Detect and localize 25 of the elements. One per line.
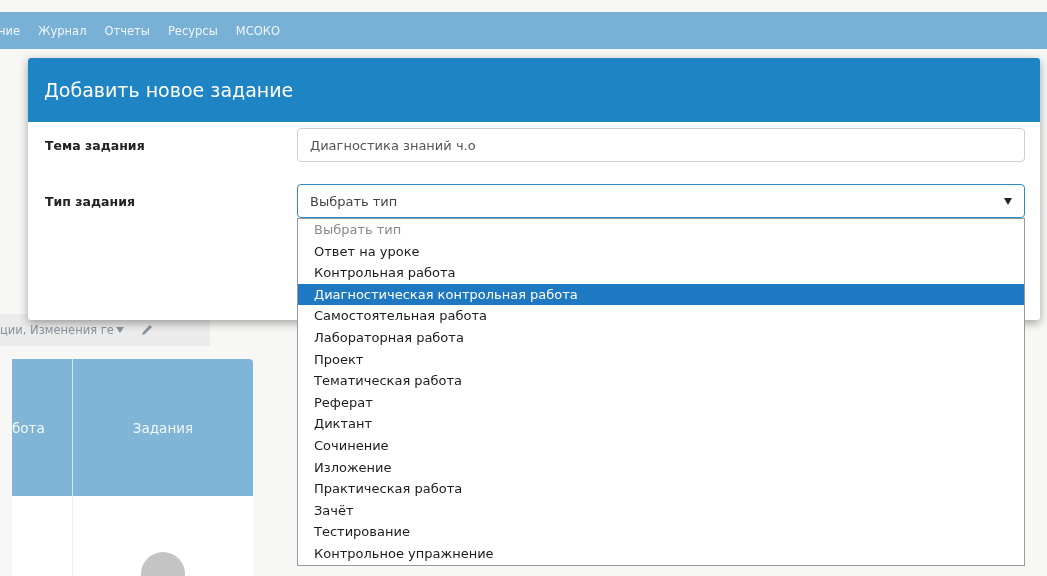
dropdown-option[interactable]: Сочинение <box>298 434 1024 457</box>
field-label: Тема задания <box>45 137 146 153</box>
dropdown-option[interactable]: Зачёт <box>298 499 1024 522</box>
dropdown-option[interactable]: Тестирование <box>298 521 1024 543</box>
caret-icon <box>115 327 124 333</box>
dropdown-option[interactable]: Реферат <box>298 391 1024 414</box>
dropdown-option[interactable]: Диктант <box>298 413 1024 435</box>
dropdown-option[interactable]: Лабораторная работа <box>298 326 1024 349</box>
dropdown-option[interactable]: Тематическая работа <box>298 370 1024 392</box>
dropdown-option[interactable]: Изложение <box>298 456 1024 479</box>
dropdown-option[interactable]: Контрольное упражнение <box>298 542 1024 565</box>
column-header: Задания <box>72 359 253 496</box>
caret-icon <box>1004 197 1012 205</box>
topic-input[interactable]: Диагностика знаний ч.о <box>297 128 1025 162</box>
pencil-icon <box>139 323 154 337</box>
dropdown-option[interactable]: Проект <box>298 348 1024 371</box>
dropdown-option[interactable]: Самостоятельная работа <box>298 305 1024 327</box>
dropdown-option[interactable]: Контрольная работа <box>298 262 1024 284</box>
dropdown-option[interactable]: Ответ на уроке <box>298 240 1024 263</box>
type-select[interactable]: Выбрать тип <box>297 184 1025 218</box>
dropdown-option[interactable]: Диагностическая контрольная работа <box>298 283 1024 306</box>
dialog-title: Добавить новое задание <box>28 58 1040 122</box>
field-label: Тип задания <box>45 193 136 209</box>
column-header: бота <box>12 359 72 496</box>
dropdown-option[interactable]: Практическая работа <box>298 478 1024 500</box>
